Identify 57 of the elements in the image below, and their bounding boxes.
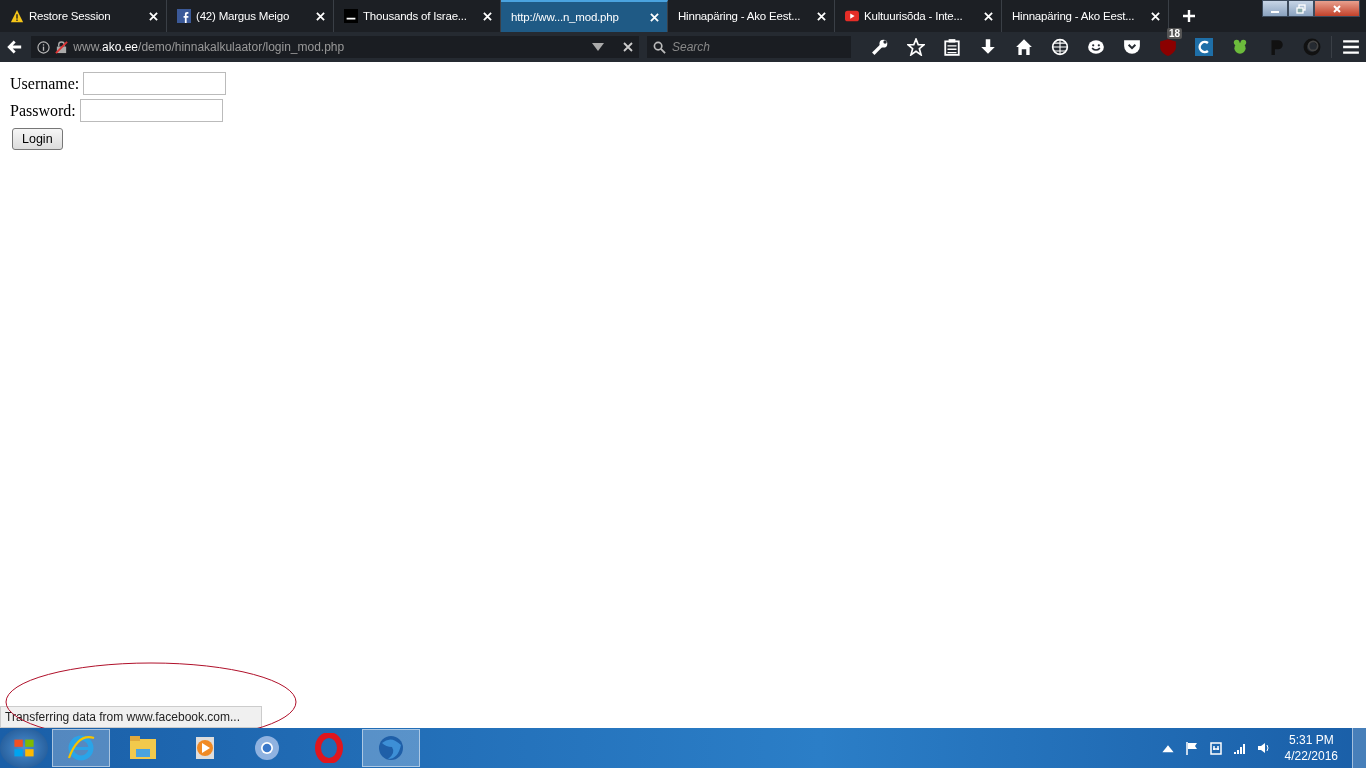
back-arrow-icon[interactable] (6, 38, 24, 56)
square-icon (344, 9, 358, 23)
c-logo-icon[interactable] (1195, 38, 1213, 56)
speaker-icon[interactable] (1256, 741, 1271, 755)
clipboard-list-icon[interactable] (943, 38, 961, 56)
input-field[interactable] (83, 72, 227, 95)
globe-icon[interactable] (1051, 38, 1069, 56)
close-icon[interactable] (650, 12, 659, 22)
close-icon[interactable] (984, 11, 993, 21)
play-icon (845, 9, 859, 23)
start-button[interactable] (0, 728, 48, 768)
minimize-button[interactable] (1262, 0, 1288, 17)
download-icon[interactable] (979, 38, 997, 56)
address-bar[interactable]: www.ako.ee/demo/hinnakalkulaator/login_mod.php (31, 36, 639, 58)
wrench-icon[interactable] (871, 38, 889, 56)
plus-icon[interactable] (1183, 10, 1195, 22)
star-icon[interactable] (907, 38, 925, 56)
warning-icon (10, 9, 24, 23)
close-icon[interactable] (149, 11, 158, 21)
close-icon (1332, 3, 1342, 14)
url-text[interactable]: www.ako.ee/demo/hinnakalkulaator/login_mod.php (73, 40, 587, 54)
blocked-lock-icon[interactable] (55, 40, 69, 54)
restore-button[interactable] (1288, 0, 1314, 17)
home-icon[interactable] (1015, 38, 1033, 56)
search-field[interactable]: Search (647, 36, 851, 58)
login-button[interactable]: Login (12, 128, 63, 150)
menu-icon[interactable] (1342, 38, 1360, 56)
facebook-icon (177, 9, 191, 23)
flag-icon[interactable] (1184, 741, 1199, 755)
circle-logo-icon (252, 733, 282, 763)
o-logo-icon (314, 733, 344, 763)
minimize-icon (1271, 10, 1279, 13)
search-icon (653, 41, 666, 54)
frog-icon[interactable] (1231, 38, 1249, 56)
pocket-icon[interactable] (1123, 38, 1141, 56)
close-icon[interactable] (1151, 11, 1160, 21)
field-label: Username: (10, 74, 80, 93)
stop-icon[interactable] (623, 42, 633, 52)
firefox-taskbar-button[interactable] (362, 729, 420, 767)
clock-date[interactable]: 4/22/2016 (1284, 748, 1338, 764)
globe-logo-icon (376, 733, 406, 763)
e-logo-icon (66, 733, 96, 763)
close-icon[interactable] (817, 11, 826, 21)
smiley-icon[interactable] (1087, 38, 1105, 56)
count-badge: 18 (1167, 28, 1183, 39)
power-plug-icon[interactable] (1208, 741, 1223, 755)
field-label: Password: (10, 101, 76, 120)
browser-tab[interactable]: http://ww...n_mod.php (501, 0, 668, 32)
restore-icon (1296, 3, 1306, 14)
close-icon[interactable] (483, 11, 492, 21)
close-button[interactable] (1314, 0, 1360, 17)
info-icon[interactable] (37, 40, 51, 54)
dropdown-arrow-icon[interactable] (592, 42, 604, 52)
signal-bars-icon[interactable] (1232, 741, 1247, 755)
clock-time[interactable]: 5:31 PM (1288, 732, 1334, 748)
input-field[interactable] (79, 99, 223, 122)
close-icon[interactable] (316, 11, 325, 21)
